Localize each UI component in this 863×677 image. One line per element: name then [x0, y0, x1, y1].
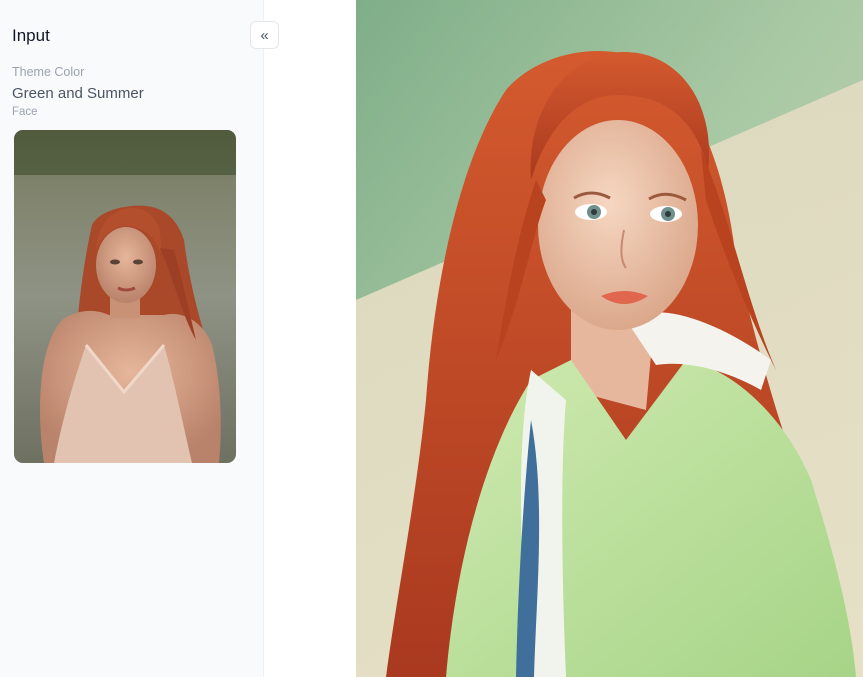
- theme-color-value: Green and Summer: [12, 85, 144, 102]
- panel-title: Input: [12, 26, 50, 45]
- double-chevron-left-icon: «: [260, 26, 269, 44]
- output-generated-image: [356, 0, 863, 677]
- input-panel: Input Theme Color Green and Summer Face: [0, 0, 264, 677]
- face-label: Face: [12, 106, 38, 118]
- collapse-panel-button[interactable]: «: [250, 21, 279, 49]
- divider-gap: [264, 0, 356, 677]
- input-face-image: [14, 130, 236, 463]
- theme-color-label: Theme Color: [12, 65, 85, 79]
